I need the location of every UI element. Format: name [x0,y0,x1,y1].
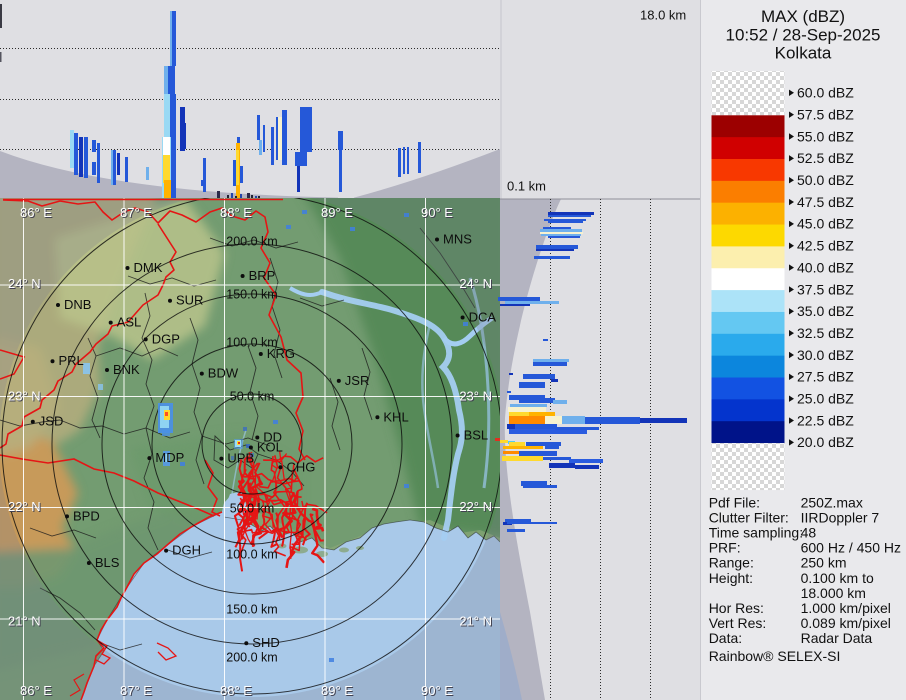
svg-text:Data:: Data: [709,630,742,646]
svg-text:23° N: 23° N [8,389,41,404]
svg-text:250 km: 250 km [801,555,847,571]
svg-text:10:52 / 28-Sep-2025: 10:52 / 28-Sep-2025 [725,26,880,45]
svg-text:89° E: 89° E [321,205,353,220]
svg-text:Pdf File:: Pdf File: [709,495,760,511]
svg-text:DCA: DCA [469,310,497,325]
svg-text:18.000 km: 18.000 km [801,585,866,601]
svg-text:JSD: JSD [39,414,64,429]
svg-text:24° N: 24° N [459,276,492,291]
svg-text:200.0 km: 200.0 km [226,651,277,665]
svg-text:ASL: ASL [117,315,142,330]
svg-text:UPB: UPB [227,451,254,466]
svg-text:DNB: DNB [64,297,91,312]
svg-text:BDW: BDW [208,366,239,381]
svg-text:40.0 dBZ: 40.0 dBZ [797,259,854,275]
svg-text:50.0 dBZ: 50.0 dBZ [797,172,854,188]
svg-text:25.0 dBZ: 25.0 dBZ [797,391,854,407]
svg-text:30.0 dBZ: 30.0 dBZ [797,347,854,363]
svg-text:250Z.max: 250Z.max [801,495,863,511]
svg-text:BNK: BNK [113,362,140,377]
svg-text:Time sampling:: Time sampling: [709,525,803,541]
svg-text:Kolkata: Kolkata [775,44,832,63]
svg-text:0.089 km/pixel: 0.089 km/pixel [801,615,891,631]
svg-text:Height:: Height: [709,570,753,586]
svg-text:23° N: 23° N [459,389,492,404]
svg-text:PRL: PRL [59,353,84,368]
svg-text:JSR: JSR [345,373,370,388]
svg-text:57.5 dBZ: 57.5 dBZ [797,106,854,122]
svg-text:18.0 km: 18.0 km [640,8,686,23]
svg-text:86° E: 86° E [20,683,52,698]
svg-text:32.5 dBZ: 32.5 dBZ [797,325,854,341]
svg-text:35.0 dBZ: 35.0 dBZ [797,303,854,319]
svg-text:BSL: BSL [464,428,489,443]
svg-text:86° E: 86° E [20,205,52,220]
svg-text:22° N: 22° N [459,499,492,514]
svg-text:150.0 km: 150.0 km [226,603,277,617]
svg-text:87° E: 87° E [120,683,152,698]
svg-text:88° E: 88° E [220,205,252,220]
svg-text:IIRDoppler 7: IIRDoppler 7 [801,510,880,526]
svg-text:SUR: SUR [176,293,203,308]
svg-text:27.5 dBZ: 27.5 dBZ [797,369,854,385]
svg-text:1.000 km/pixel: 1.000 km/pixel [801,600,891,616]
svg-text:SHD: SHD [252,635,279,650]
svg-text:47.5 dBZ: 47.5 dBZ [797,194,854,210]
svg-text:150.0 km: 150.0 km [226,288,277,302]
svg-text:600 Hz / 450 Hz: 600 Hz / 450 Hz [801,540,901,556]
svg-text:Clutter Filter:: Clutter Filter: [709,510,789,526]
svg-text:90° E: 90° E [421,205,453,220]
svg-text:KOL: KOL [257,440,283,455]
svg-text:22° N: 22° N [8,499,41,514]
svg-text:37.5 dBZ: 37.5 dBZ [797,281,854,297]
svg-text:CHG: CHG [287,459,316,474]
svg-text:45.0 dBZ: 45.0 dBZ [797,216,854,232]
svg-text:KHL: KHL [383,409,408,424]
svg-text:20.0 dBZ: 20.0 dBZ [797,434,854,450]
svg-text:50.0 km: 50.0 km [230,390,274,404]
svg-text:KRG: KRG [267,346,295,361]
svg-text:52.5 dBZ: 52.5 dBZ [797,150,854,166]
svg-text:Range:: Range: [709,555,754,571]
svg-text:21° N: 21° N [459,614,492,629]
svg-text:PRF:: PRF: [709,540,741,556]
svg-text:0.100 km to: 0.100 km to [801,570,874,586]
svg-text:MAX (dBZ): MAX (dBZ) [761,7,845,26]
svg-text:24° N: 24° N [8,276,41,291]
svg-text:50.0 km: 50.0 km [230,502,274,516]
svg-text:88° E: 88° E [220,683,252,698]
svg-text:48: 48 [801,525,817,541]
svg-text:BRP: BRP [249,268,276,283]
svg-text:MNS: MNS [443,232,472,247]
svg-text:0.1 km: 0.1 km [507,179,546,194]
svg-text:87° E: 87° E [120,205,152,220]
svg-text:DMK: DMK [134,260,163,275]
svg-text:BPD: BPD [73,508,100,523]
svg-text:Vert Res:: Vert Res: [709,615,767,631]
svg-text:100.0 km: 100.0 km [226,548,277,562]
svg-text:60.0 dBZ: 60.0 dBZ [797,85,854,101]
svg-text:MDP: MDP [155,450,184,465]
svg-text:200.0 km: 200.0 km [226,235,277,249]
svg-text:Rainbow® SELEX-SI: Rainbow® SELEX-SI [709,648,841,664]
svg-text:21° N: 21° N [8,614,41,629]
svg-text:89° E: 89° E [321,683,353,698]
svg-text:90° E: 90° E [421,683,453,698]
svg-text:BLS: BLS [95,555,120,570]
svg-text:55.0 dBZ: 55.0 dBZ [797,128,854,144]
svg-text:DGH: DGH [172,543,201,558]
svg-text:42.5 dBZ: 42.5 dBZ [797,238,854,254]
svg-text:22.5 dBZ: 22.5 dBZ [797,412,854,428]
svg-text:Radar Data: Radar Data [801,630,873,646]
svg-text:Hor Res:: Hor Res: [709,600,764,616]
svg-text:DGP: DGP [152,331,180,346]
